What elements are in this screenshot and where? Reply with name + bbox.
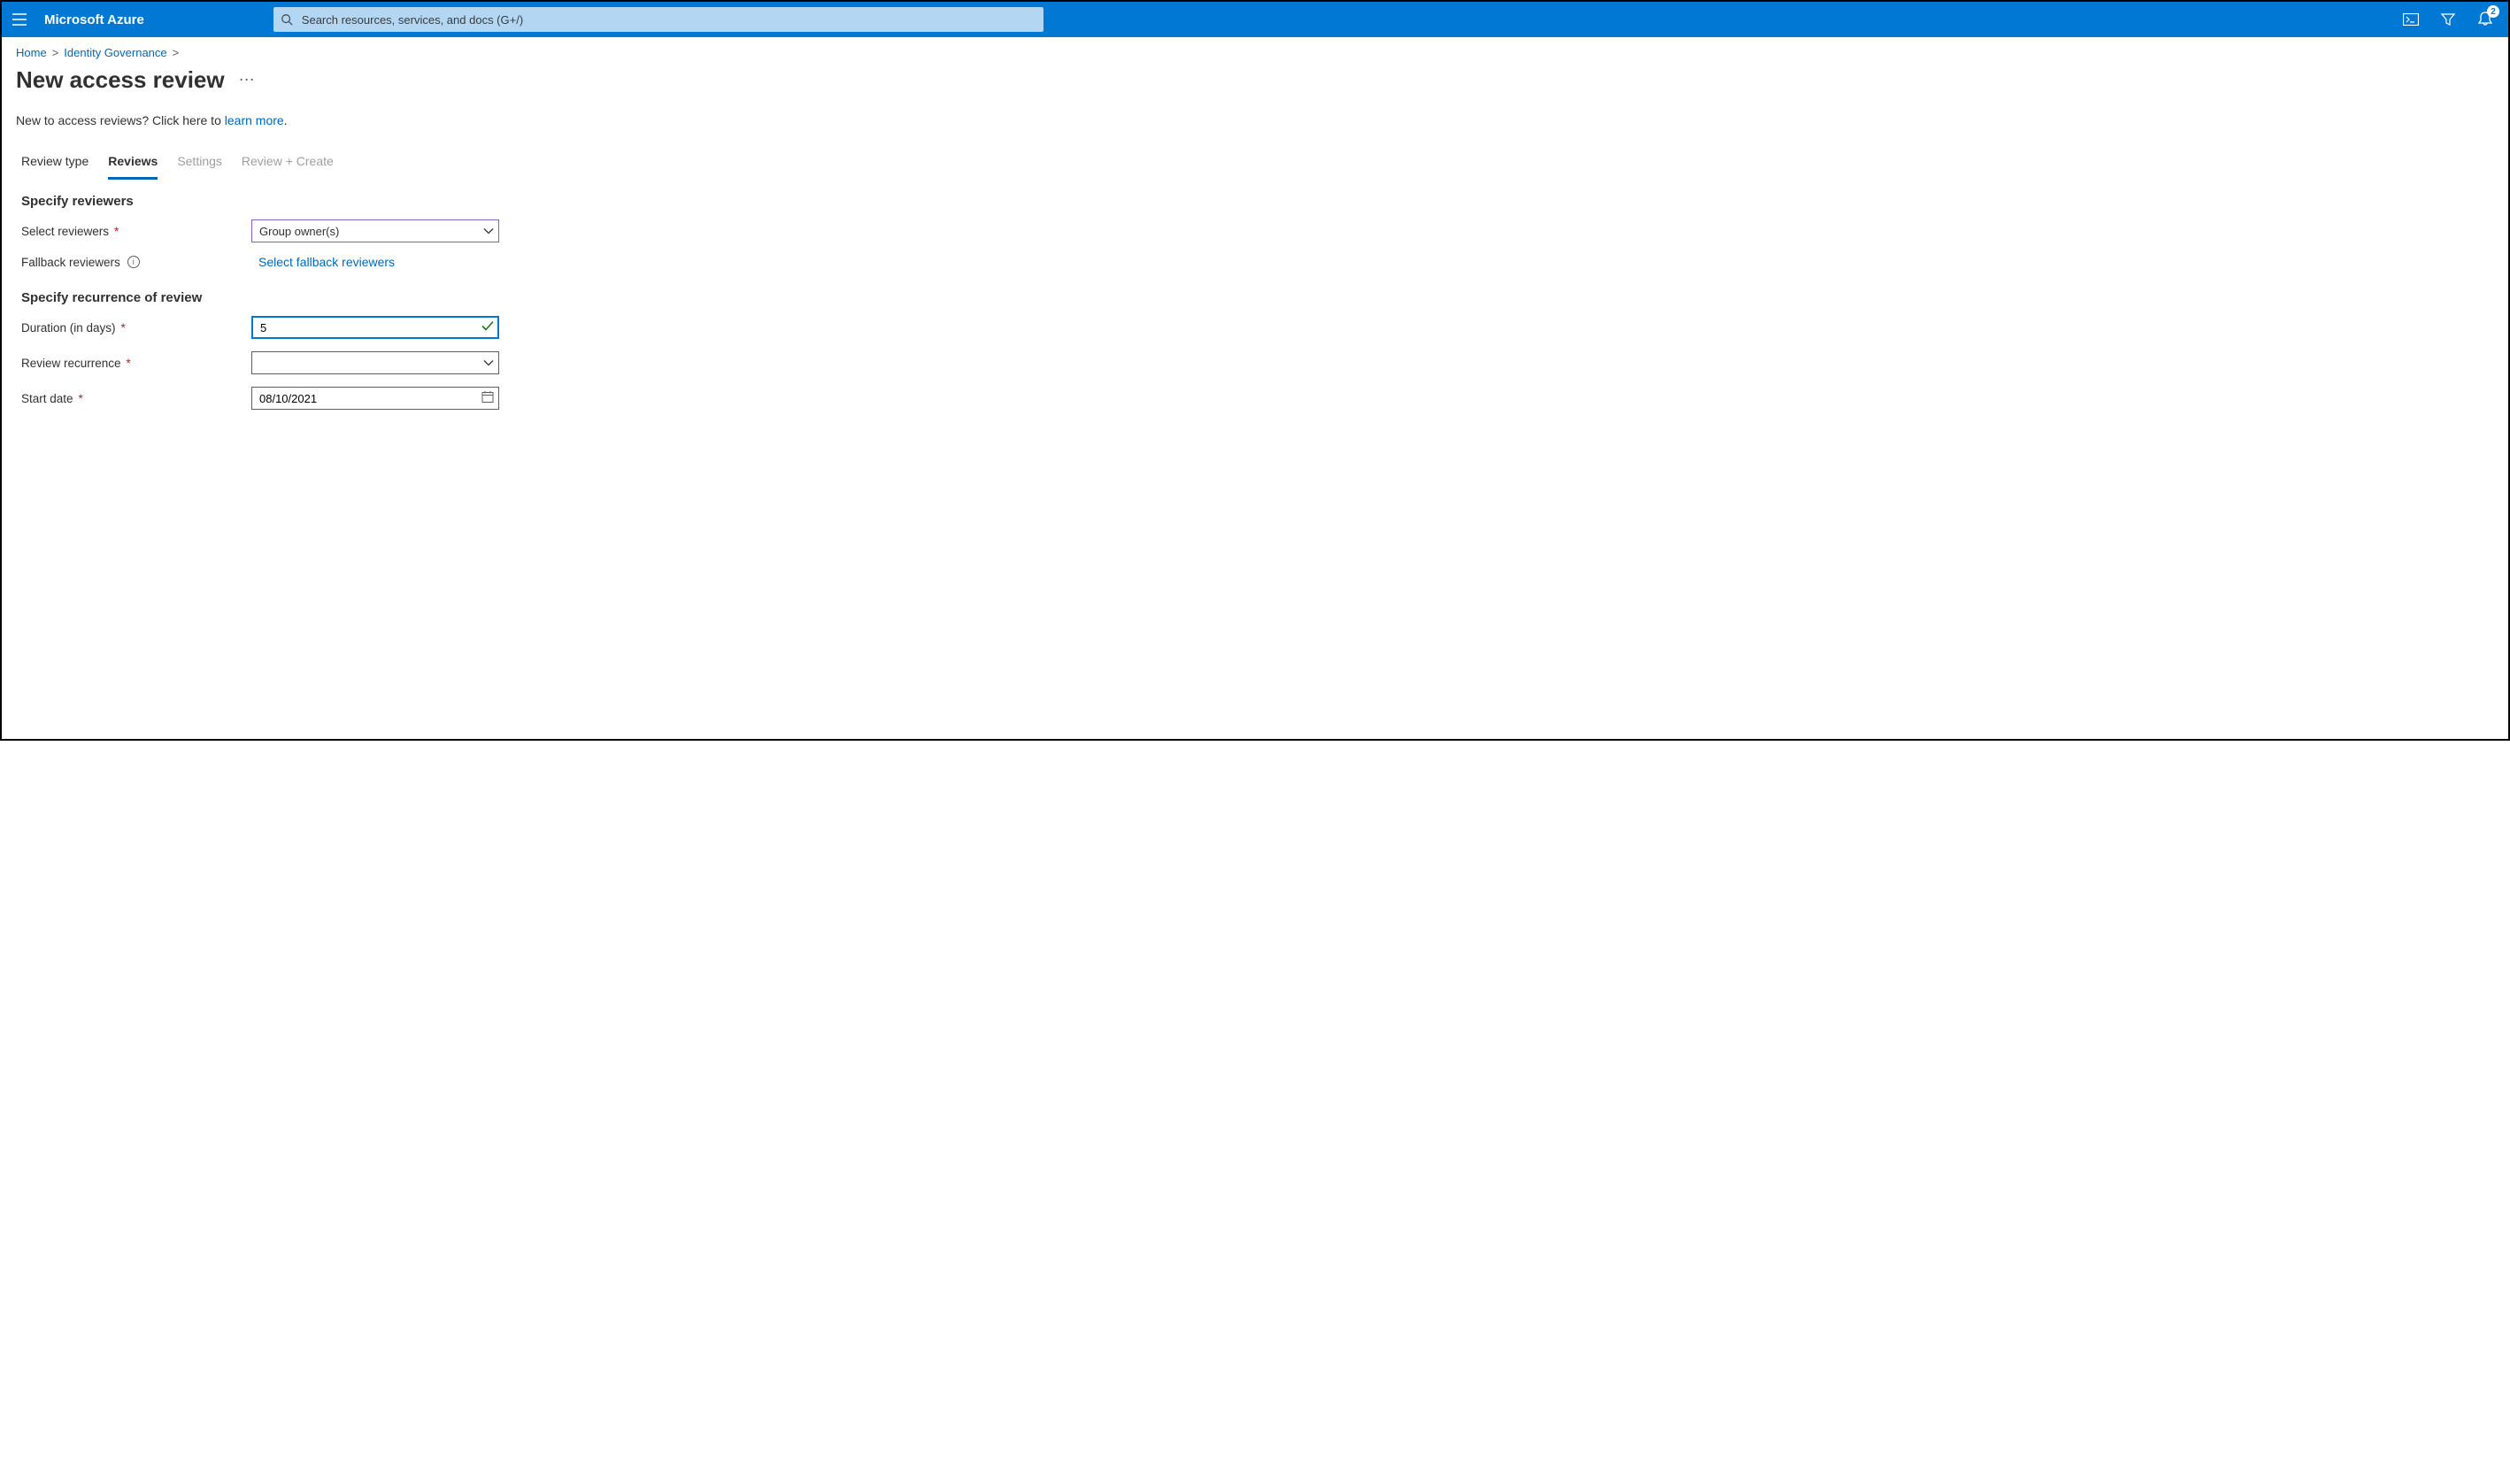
- notification-badge: 2: [2487, 5, 2499, 18]
- cloud-shell-button[interactable]: [2398, 7, 2423, 32]
- directory-filter-button[interactable]: [2436, 7, 2460, 32]
- helper-suffix: .: [284, 113, 288, 127]
- search-input[interactable]: [300, 12, 1036, 27]
- section-specify-recurrence: Specify recurrence of review: [21, 290, 2494, 305]
- select-reviewers-value: Group owner(s): [259, 225, 339, 238]
- info-icon[interactable]: i: [127, 256, 140, 268]
- tab-review-create: Review + Create: [242, 149, 334, 180]
- page-content: Home > Identity Governance > New access …: [2, 37, 2508, 739]
- duration-input[interactable]: [251, 316, 499, 339]
- chevron-right-icon: >: [173, 46, 180, 59]
- more-actions-button[interactable]: ⋯: [239, 71, 256, 89]
- learn-more-link[interactable]: learn more: [225, 113, 284, 127]
- breadcrumb: Home > Identity Governance >: [16, 46, 2494, 59]
- section-specify-reviewers: Specify reviewers: [21, 194, 2494, 209]
- breadcrumb-home[interactable]: Home: [16, 46, 47, 59]
- review-recurrence-dropdown[interactable]: [251, 351, 499, 374]
- duration-label: Duration (in days)*: [21, 321, 251, 334]
- brand-label[interactable]: Microsoft Azure: [44, 12, 144, 27]
- hamburger-menu-button[interactable]: [7, 7, 32, 32]
- tab-settings: Settings: [177, 149, 222, 180]
- tab-review-type[interactable]: Review type: [21, 149, 89, 180]
- tab-reviews[interactable]: Reviews: [108, 149, 158, 180]
- notifications-button[interactable]: 2: [2473, 7, 2498, 32]
- select-reviewers-label: Select reviewers*: [21, 225, 251, 238]
- select-reviewers-dropdown[interactable]: Group owner(s): [251, 219, 499, 242]
- wizard-tabs: Review type Reviews Settings Review + Cr…: [16, 149, 2494, 180]
- helper-text: New to access reviews? Click here to lea…: [16, 113, 2494, 127]
- review-recurrence-label: Review recurrence*: [21, 357, 251, 370]
- select-fallback-reviewers-link[interactable]: Select fallback reviewers: [251, 255, 395, 269]
- start-date-label: Start date*: [21, 392, 251, 405]
- chevron-right-icon: >: [52, 46, 59, 59]
- search-icon: [281, 13, 293, 26]
- global-search[interactable]: [273, 7, 1043, 32]
- check-icon: [481, 321, 494, 334]
- calendar-icon[interactable]: [481, 391, 494, 406]
- breadcrumb-identity-governance[interactable]: Identity Governance: [64, 46, 166, 59]
- azure-topbar: Microsoft Azure: [2, 2, 2508, 37]
- page-title: New access review: [16, 66, 225, 94]
- start-date-input[interactable]: [251, 387, 499, 410]
- fallback-reviewers-label: Fallback reviewers i: [21, 256, 251, 269]
- helper-prefix: New to access reviews? Click here to: [16, 113, 225, 127]
